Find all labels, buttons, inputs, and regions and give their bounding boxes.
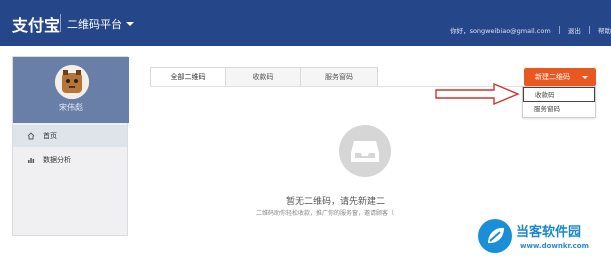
tab-service-window-codes[interactable]: 服务窗码 xyxy=(300,67,378,87)
inbox-tray-icon xyxy=(351,141,379,162)
avatar-image xyxy=(55,65,89,99)
header-divider xyxy=(60,14,61,32)
user-greeting: 你好，songweibiao@gmail.com xyxy=(450,27,551,35)
watermark-title: 当客软件园 xyxy=(516,225,582,240)
empty-state-title: 暂无二维码，请先新建二 xyxy=(286,197,386,207)
sidebar: 宋伟彪 首页 数据分析 xyxy=(12,56,129,236)
profile-panel: 宋伟彪 xyxy=(13,57,129,123)
platform-title[interactable]: 二维码平台 xyxy=(67,16,122,32)
sidebar-item-home[interactable]: 首页 xyxy=(13,125,127,147)
new-qr-code-label: 新建二维码 xyxy=(535,73,570,81)
sidebar-item-label: 数据分析 xyxy=(43,156,71,164)
annotation-arrow-icon xyxy=(435,82,520,106)
alipay-logo[interactable]: 支付宝 xyxy=(12,12,60,36)
home-icon xyxy=(27,132,35,140)
tab-payment-codes[interactable]: 收款码 xyxy=(225,67,301,87)
watermark-url: www.downkr.com xyxy=(520,242,589,250)
chevron-down-icon[interactable] xyxy=(126,22,134,26)
new-qr-dropdown-menu: 收款码 服务窗码 xyxy=(522,86,596,118)
logout-link[interactable]: 退出 xyxy=(568,25,581,35)
chevron-down-icon xyxy=(582,76,588,79)
sidebar-item-label: 首页 xyxy=(43,132,57,140)
top-navigation-bar: 支付宝 二维码平台 你好，songweibiao@gmail.com 退出 帮助 xyxy=(0,0,611,46)
help-link[interactable]: 帮助 xyxy=(598,25,611,35)
menu-item-payment-code[interactable]: 收款码 xyxy=(523,87,595,102)
new-qr-code-button[interactable]: 新建二维码 xyxy=(524,68,596,86)
account-links: 你好，songweibiao@gmail.com 退出 帮助 xyxy=(450,25,611,35)
watermark: 当客软件园 www.downkr.com xyxy=(474,215,611,262)
chart-icon xyxy=(28,158,35,163)
main-content: 全部二维码 收款码 服务窗码 新建二维码 收款码 服务窗码 暂无二维码，请先新建… xyxy=(132,56,608,236)
watermark-logo-icon xyxy=(478,219,512,253)
tab-all-qr-codes[interactable]: 全部二维码 xyxy=(150,67,226,87)
header-link-divider xyxy=(588,26,590,34)
leaf-icon xyxy=(488,227,504,244)
username: 宋伟彪 xyxy=(59,103,83,112)
avatar[interactable] xyxy=(55,65,89,99)
menu-item-service-window-code[interactable]: 服务窗码 xyxy=(523,102,595,117)
empty-state-description: 二维码助你轻松收款，推广你的服务窗，邀请顾客（ xyxy=(256,210,395,217)
empty-inbox-icon xyxy=(339,125,391,177)
header-link-divider xyxy=(558,26,560,34)
sidebar-item-data-analysis[interactable]: 数据分析 xyxy=(13,149,127,171)
